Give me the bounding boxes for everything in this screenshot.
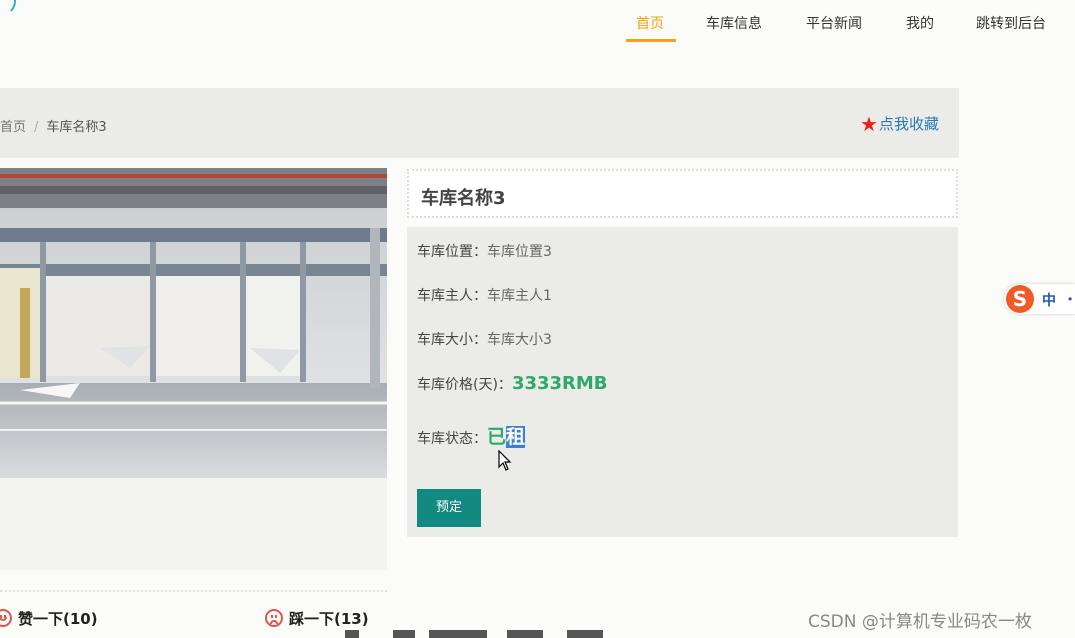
location-value: 车库位置3 (487, 244, 552, 260)
owner-label: 车库主人： (417, 288, 487, 304)
size-value: 车库大小3 (487, 332, 552, 348)
status-value: 已租 (487, 426, 526, 448)
owner-value: 车库主人1 (487, 288, 552, 304)
status-text-part: 已 (487, 426, 507, 448)
garage-title: 车库名称3 (421, 188, 506, 209)
garage-info-panel: 车库位置：车库位置3 车库主人：车库主人1 车库大小：车库大小3 车库价格(天)… (407, 227, 958, 537)
garage-photo (0, 168, 387, 478)
garage-title-box: 车库名称3 (407, 169, 958, 218)
price-row: 车库价格(天)：3333RMB (417, 373, 608, 394)
watermark: CSDN @计算机专业码农一枚 (808, 612, 1032, 632)
nav-item-home[interactable]: 首页 (636, 14, 664, 36)
mouse-cursor-icon (498, 450, 512, 471)
breadcrumb: 首页 / 车库名称3 (0, 116, 107, 135)
sad-face-icon (265, 609, 283, 627)
breadcrumb-bar: 首页 / 车库名称3 ★点我收藏 (0, 88, 959, 158)
breadcrumb-separator: / (34, 120, 39, 135)
size-row: 车库大小：车库大小3 (417, 329, 552, 349)
garage-image-panel (0, 168, 387, 570)
smile-icon (0, 609, 12, 627)
status-label: 车库状态： (417, 431, 487, 447)
dislike-button[interactable]: 踩一下(13) (265, 608, 369, 629)
favorite-label: 点我收藏 (878, 115, 939, 133)
nav-item-platform-news[interactable]: 平台新闻 (806, 14, 862, 36)
status-text-selected: 租 (506, 426, 526, 448)
sogou-logo-icon: S (1006, 285, 1034, 313)
dislike-label: 踩一下(13) (289, 610, 369, 628)
breadcrumb-home[interactable]: 首页 (0, 120, 26, 135)
location-row: 车库位置：车库位置3 (417, 241, 552, 261)
nav-item-admin[interactable]: 跳转到后台 (976, 14, 1046, 36)
nav-active-indicator (626, 39, 676, 42)
status-row: 车库状态：已租 (417, 422, 526, 449)
owner-row: 车库主人：车库主人1 (417, 285, 552, 305)
price-label: 车库价格(天)： (417, 377, 512, 393)
vote-bar: 赞一下(10) 踩一下(13) (0, 590, 387, 638)
like-button[interactable]: 赞一下(10) (0, 608, 98, 629)
like-label: 赞一下(10) (18, 610, 98, 628)
top-nav: 首页 车库信息 平台新闻 我的 跳转到后台 (0, 0, 1075, 46)
nav-item-mine[interactable]: 我的 (906, 14, 934, 36)
favorite-button[interactable]: ★点我收藏 (860, 112, 939, 136)
ime-toolbar[interactable]: S 中 • (1004, 284, 1075, 314)
reserve-button[interactable]: 预定 (417, 489, 481, 527)
location-label: 车库位置： (417, 244, 487, 260)
size-label: 车库大小： (417, 332, 487, 348)
breadcrumb-current: 车库名称3 (46, 120, 107, 135)
ime-punctuation-indicator[interactable]: • (1068, 292, 1072, 306)
ime-language-indicator[interactable]: 中 (1042, 290, 1056, 310)
nav-item-garage-info[interactable]: 车库信息 (706, 14, 762, 36)
cut-off-text-fragments (345, 630, 625, 638)
star-icon: ★ (860, 112, 878, 136)
price-value: 3333RMB (511, 373, 608, 394)
